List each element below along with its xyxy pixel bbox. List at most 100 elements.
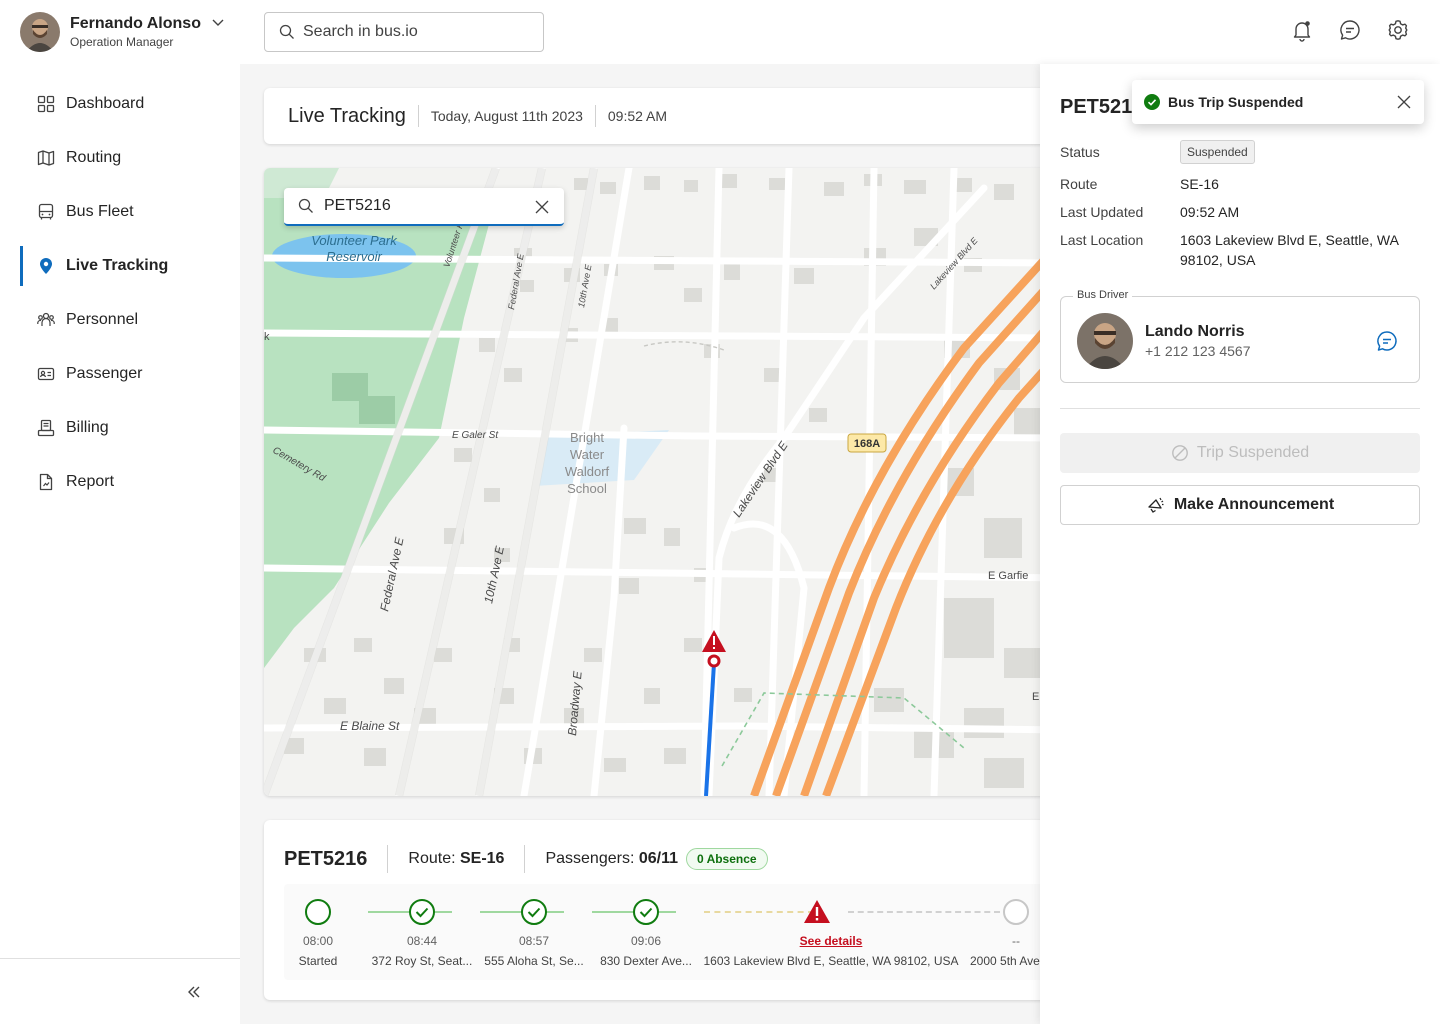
trip-passengers-label: Passengers: <box>545 850 635 867</box>
sidebar-divider <box>0 958 240 959</box>
id-card-icon <box>37 367 55 381</box>
warning-icon <box>804 900 830 923</box>
make-announcement-label: Make Announcement <box>1173 496 1335 513</box>
stop-timeline: 08:00 Started 08:44 372 Roy St, Seat... … <box>284 884 1064 980</box>
bus-icon <box>38 203 54 220</box>
map-label: Volunteer Park <box>311 233 398 248</box>
trip-separator <box>524 845 526 873</box>
shield-label: 168A <box>854 438 880 450</box>
trip-id: PET5216 <box>284 847 368 870</box>
check-circle-icon <box>1144 94 1160 110</box>
sidebar-item-dashboard[interactable]: Dashboard <box>20 84 240 124</box>
bus-driver-card: Bus Driver Lando Norris +1 212 123 4567 <box>1060 289 1420 383</box>
route-label: Route <box>1060 176 1098 192</box>
map-canvas[interactable]: 168A Volunteer Park Reservoir Volunteer … <box>264 168 1064 796</box>
header-separator <box>594 105 596 127</box>
user-menu[interactable]: Fernando Alonso Operation Manager <box>20 12 201 52</box>
toast-notification: Bus Trip Suspended <box>1132 80 1424 124</box>
timeline-segment <box>848 911 1000 913</box>
global-search[interactable] <box>264 12 544 52</box>
page-title: Live Tracking <box>288 104 406 127</box>
map-label: E Galer St <box>452 430 499 441</box>
highway-shield-168a: 168A <box>847 433 887 453</box>
bell-icon[interactable] <box>1290 18 1314 42</box>
close-icon[interactable] <box>1396 94 1412 110</box>
sidebar-item-live-tracking[interactable]: Live Tracking <box>20 246 240 286</box>
live-map[interactable]: 168A Volunteer Park Reservoir Volunteer … <box>264 168 1064 796</box>
absence-badge: 0 Absence <box>686 848 768 870</box>
trip-route-value: SE-16 <box>459 850 505 867</box>
sidebar-item-personnel[interactable]: Personnel <box>20 300 240 340</box>
sidebar-item-passenger[interactable]: Passenger <box>20 354 240 394</box>
map-label: Waldorf <box>565 464 610 479</box>
toast-message: Bus Trip Suspended <box>1168 94 1304 110</box>
park-feature <box>359 396 395 424</box>
driver-legend: Bus Driver <box>1073 289 1133 301</box>
chat-icon[interactable] <box>1375 329 1399 353</box>
trip-route-label: Route: <box>408 850 456 867</box>
stop-pending-icon <box>1003 899 1029 925</box>
bus-position-marker[interactable] <box>707 654 721 668</box>
map-search-input[interactable] <box>324 197 514 215</box>
header-date: Today, August 11th 2023 <box>430 108 583 124</box>
last-updated-value: 09:52 AM <box>1180 204 1240 220</box>
map-search[interactable] <box>284 188 564 226</box>
billing-icon <box>37 419 55 437</box>
chat-icon[interactable] <box>1338 18 1362 42</box>
people-icon <box>37 312 55 326</box>
sidebar-item-billing[interactable]: Billing <box>20 408 240 448</box>
route-value: SE-16 <box>1180 176 1219 192</box>
sidebar-item-label: Live Tracking <box>66 257 169 274</box>
search-icon <box>298 198 313 213</box>
gear-icon[interactable] <box>1386 18 1410 42</box>
report-icon <box>39 473 53 491</box>
search-icon <box>279 24 294 39</box>
driver-name: Lando Norris <box>1145 323 1245 340</box>
trip-suspended-button[interactable]: Trip Suspended <box>1060 433 1420 473</box>
last-updated-label: Last Updated <box>1060 204 1144 220</box>
prohibited-icon <box>1171 445 1188 461</box>
status-badge: Suspended <box>1180 140 1255 164</box>
panel-title: PET5216 <box>1060 96 1144 118</box>
sidebar-item-report[interactable]: Report <box>20 462 240 502</box>
trip-detail-panel: PET5216 Status Suspended Route SE-16 Las… <box>1040 64 1440 1024</box>
clear-icon[interactable] <box>534 199 550 215</box>
stop-address: 1603 Lakeview Blvd E, Seattle, WA 98102,… <box>703 954 959 968</box>
check-icon <box>409 899 435 925</box>
map-label: E Blaine St <box>340 719 400 733</box>
trip-passengers: Passengers: 06/11 <box>545 850 678 868</box>
user-role: Operation Manager <box>70 35 174 49</box>
sidebar-item-label: Dashboard <box>66 95 145 112</box>
collapse-icon[interactable] <box>184 982 204 1002</box>
megaphone-icon <box>1148 497 1164 513</box>
sidebar-item-label: Bus Fleet <box>66 203 134 220</box>
map-label: School <box>567 481 607 496</box>
global-search-input[interactable] <box>303 23 523 41</box>
sidebar-item-label: Report <box>66 473 115 490</box>
sidebar-item-label: Personnel <box>66 311 139 328</box>
map-label: Bright <box>570 430 604 445</box>
trip-route: Route: SE-16 <box>408 850 504 868</box>
map-label: Water <box>570 447 605 462</box>
panel-divider <box>1060 408 1420 409</box>
driver-phone: +1 212 123 4567 <box>1145 343 1251 359</box>
make-announcement-button[interactable]: Make Announcement <box>1060 485 1420 525</box>
user-avatar <box>20 12 60 52</box>
header-separator <box>417 105 419 127</box>
map-label: E <box>1032 691 1039 703</box>
map-label: Reservoir <box>326 249 382 264</box>
timeline-segment <box>704 911 814 913</box>
user-name: Fernando Alonso <box>70 15 201 32</box>
status-label: Status <box>1060 144 1100 160</box>
trip-separator <box>387 845 389 873</box>
main-content: Live Tracking Today, August 11th 2023 09… <box>240 64 1064 1024</box>
trip-passengers-value: 06/11 <box>638 850 678 867</box>
last-location-label: Last Location <box>1060 232 1144 248</box>
see-details-link[interactable]: See details <box>691 934 971 948</box>
sidebar-item-label: Passenger <box>66 365 143 382</box>
trip-summary: PET5216 Route: SE-16 Passengers: 06/11 0… <box>264 820 1064 1000</box>
sidebar-item-bus-fleet[interactable]: Bus Fleet <box>20 192 240 232</box>
sidebar-item-routing[interactable]: Routing <box>20 138 240 178</box>
chevron-down-icon[interactable] <box>210 14 226 30</box>
location-icon <box>40 258 52 274</box>
